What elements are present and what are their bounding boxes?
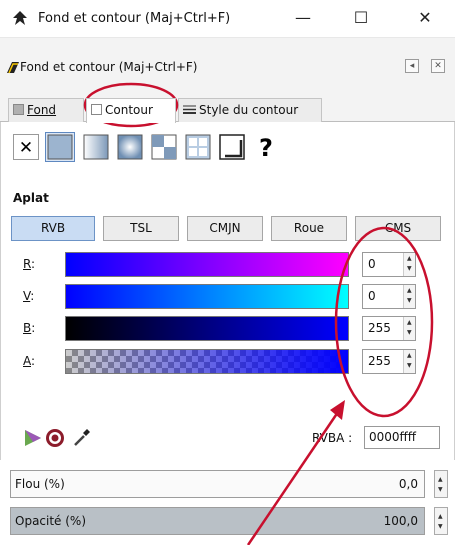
- rgba-label: RVBA :: [312, 431, 353, 445]
- tab-style-label: Style du contour: [199, 103, 299, 117]
- tab-fond[interactable]: Fond: [8, 98, 84, 122]
- close-button[interactable]: ✕: [402, 0, 448, 38]
- spin-arrows-icon[interactable]: ▲ ▼: [403, 285, 415, 308]
- channel-b-label: B:: [23, 321, 36, 335]
- channel-a-input[interactable]: 255 ▲ ▼: [362, 349, 416, 374]
- window-title: Fond et contour (Maj+Ctrl+F): [38, 11, 231, 26]
- stroke-paint-panel: ✕ ? Aplat RVB TSL CMJN Roue CMS R: 0 ▲ ▼ V…: [0, 122, 455, 460]
- tab-style-du-contour[interactable]: Style du contour: [178, 98, 322, 122]
- panel-title: Fond et contour (Maj+Ctrl+F): [20, 60, 198, 74]
- channel-v-slider[interactable]: [65, 284, 349, 309]
- channel-a-slider[interactable]: [65, 349, 349, 374]
- channel-r-label: R:: [23, 257, 36, 271]
- unset-glyph: ?: [259, 134, 273, 160]
- minimize-button[interactable]: —: [280, 0, 326, 38]
- color-managed-icon: [23, 428, 43, 451]
- out-of-gamut-icon: [45, 428, 65, 451]
- panel-collapse-button[interactable]: ◂: [405, 59, 419, 73]
- blur-label: Flou (%): [15, 477, 65, 491]
- blur-field[interactable]: Flou (%) 0,0: [10, 470, 425, 498]
- mode-roue[interactable]: Roue: [271, 216, 347, 241]
- mesh-button[interactable]: [219, 134, 245, 160]
- opacity-label: Opacité (%): [15, 514, 87, 528]
- fill-stroke-icon: [6, 60, 20, 74]
- spin-arrows-icon[interactable]: ▲ ▼: [403, 253, 415, 276]
- opacity-field[interactable]: Opacité (%) 100,0: [10, 507, 425, 535]
- maximize-button[interactable]: ☐: [338, 0, 384, 38]
- unset-paint-button[interactable]: ?: [253, 134, 279, 162]
- channel-v-input[interactable]: 0 ▲ ▼: [362, 284, 416, 309]
- no-paint-glyph: ✕: [19, 138, 33, 158]
- panel-close-button[interactable]: ✕: [431, 59, 445, 73]
- rgba-input[interactable]: 0000ffff: [364, 426, 440, 449]
- tab-contour-label: Contour: [105, 103, 153, 117]
- window-titlebar: Fond et contour (Maj+Ctrl+F) — ☐ ✕: [0, 0, 455, 38]
- tab-bar: Fond Contour Style du contour: [0, 94, 455, 123]
- pattern-button[interactable]: [151, 134, 177, 160]
- channel-v-label: V:: [23, 289, 35, 303]
- color-picker-icon[interactable]: [71, 428, 91, 451]
- inkscape-app-icon: [11, 10, 29, 28]
- paint-type-label: Aplat: [13, 191, 49, 205]
- channel-b-input[interactable]: 255 ▲ ▼: [362, 316, 416, 341]
- mode-cmjn[interactable]: CMJN: [187, 216, 263, 241]
- mode-tsl[interactable]: TSL: [103, 216, 179, 241]
- flat-color-button[interactable]: [45, 132, 75, 162]
- blur-spin-icon[interactable]: ▲ ▼: [434, 470, 448, 498]
- no-paint-button[interactable]: ✕: [13, 134, 39, 160]
- spin-arrows-icon[interactable]: ▲ ▼: [403, 317, 415, 340]
- blur-value: 0,0: [398, 477, 418, 491]
- mode-cms[interactable]: CMS: [355, 216, 441, 241]
- opacity-value: 100,0: [383, 514, 418, 528]
- radial-gradient-button[interactable]: [117, 134, 143, 160]
- channel-a-label: A:: [23, 354, 36, 368]
- channel-r-input[interactable]: 0 ▲ ▼: [362, 252, 416, 277]
- spin-arrows-icon[interactable]: ▲ ▼: [403, 350, 415, 373]
- linear-gradient-button[interactable]: [83, 134, 109, 160]
- stroke-square-icon: [91, 100, 102, 122]
- fill-square-icon: [13, 100, 24, 122]
- swatch-button[interactable]: [185, 134, 211, 160]
- channel-r-slider[interactable]: [65, 252, 349, 277]
- channel-b-slider[interactable]: [65, 316, 349, 341]
- tab-fond-label: Fond: [27, 103, 57, 117]
- tab-contour[interactable]: Contour: [86, 98, 176, 123]
- panel-header: Fond et contour (Maj+Ctrl+F) ◂ ✕: [0, 38, 455, 94]
- opacity-spin-icon[interactable]: ▲ ▼: [434, 507, 448, 535]
- mode-rvb[interactable]: RVB: [11, 216, 95, 241]
- stroke-style-icon: [183, 100, 196, 122]
